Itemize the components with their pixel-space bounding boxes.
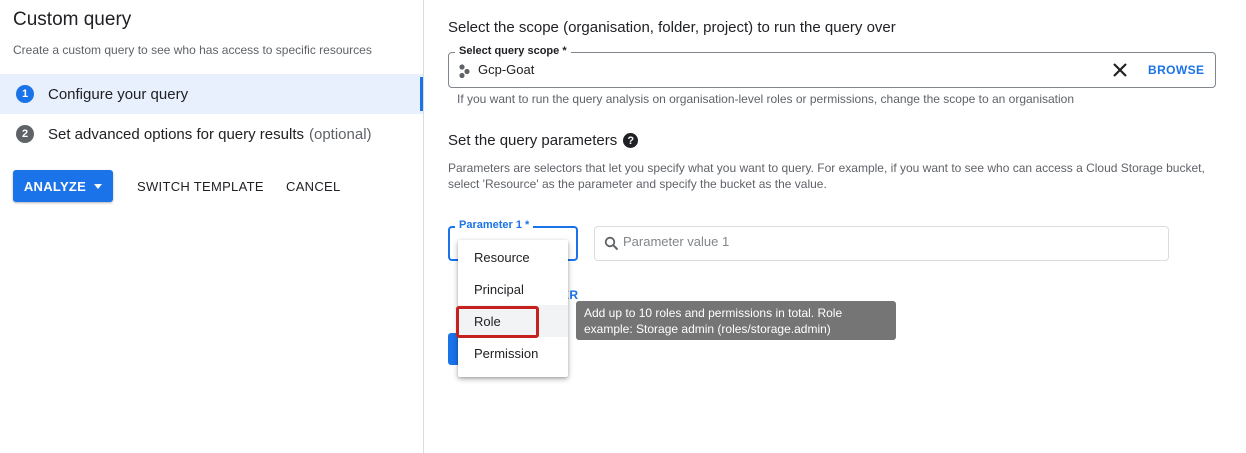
params-heading-text: Set the query parameters [448,132,618,149]
help-icon[interactable]: ? [623,133,639,148]
search-icon [604,236,619,251]
menu-item-resource[interactable]: Resource [458,241,568,273]
query-scope-value: Gcp-Goat [478,62,535,77]
role-tooltip: Add up to 10 roles and permissions in to… [576,301,896,340]
left-panel: Custom query Create a custom query to se… [0,0,424,453]
params-heading: Set the query parameters ? [448,132,639,149]
analyze-button[interactable]: ANALYZE [13,170,113,202]
browse-button[interactable]: BROWSE [1148,63,1204,77]
step-label: Configure your query [48,85,189,103]
query-scope-field[interactable]: Select query scope * Gcp-Goat BROWSE [448,45,1216,88]
scope-heading: Select the scope (organisation, folder, … [448,19,896,36]
step-configure-query[interactable]: 1 Configure your query [0,74,423,114]
page-title: Custom query [13,9,132,30]
role-highlight-box [456,306,539,338]
analyze-button-label: ANALYZE [23,178,87,194]
step-number-1: 1 [16,85,34,103]
step-optional-label: (optional) [308,125,372,143]
page-subtitle: Create a custom query to see who has acc… [13,43,372,57]
caret-down-icon [94,183,103,189]
menu-item-permission[interactable]: Permission [458,337,568,369]
project-icon [459,64,470,78]
step-label: Set advanced options for query results [48,125,304,143]
scope-hint: If you want to run the query analysis on… [457,92,1075,106]
switch-template-button[interactable]: SWITCH TEMPLATE [137,170,264,202]
params-description: Parameters are selectors that let you sp… [448,161,1205,191]
cancel-button[interactable]: CANCEL [286,170,341,202]
step-number-2: 2 [16,125,34,143]
parameter-1-label: Parameter 1 * [455,219,534,231]
menu-item-principal[interactable]: Principal [458,273,568,305]
parameter-value-field[interactable] [594,226,1169,261]
close-icon[interactable] [1111,61,1129,79]
query-scope-label: Select query scope * [455,45,571,57]
parameter-value-input[interactable] [623,234,1123,249]
step-advanced-options[interactable]: 2 Set advanced options for query results… [0,114,423,154]
